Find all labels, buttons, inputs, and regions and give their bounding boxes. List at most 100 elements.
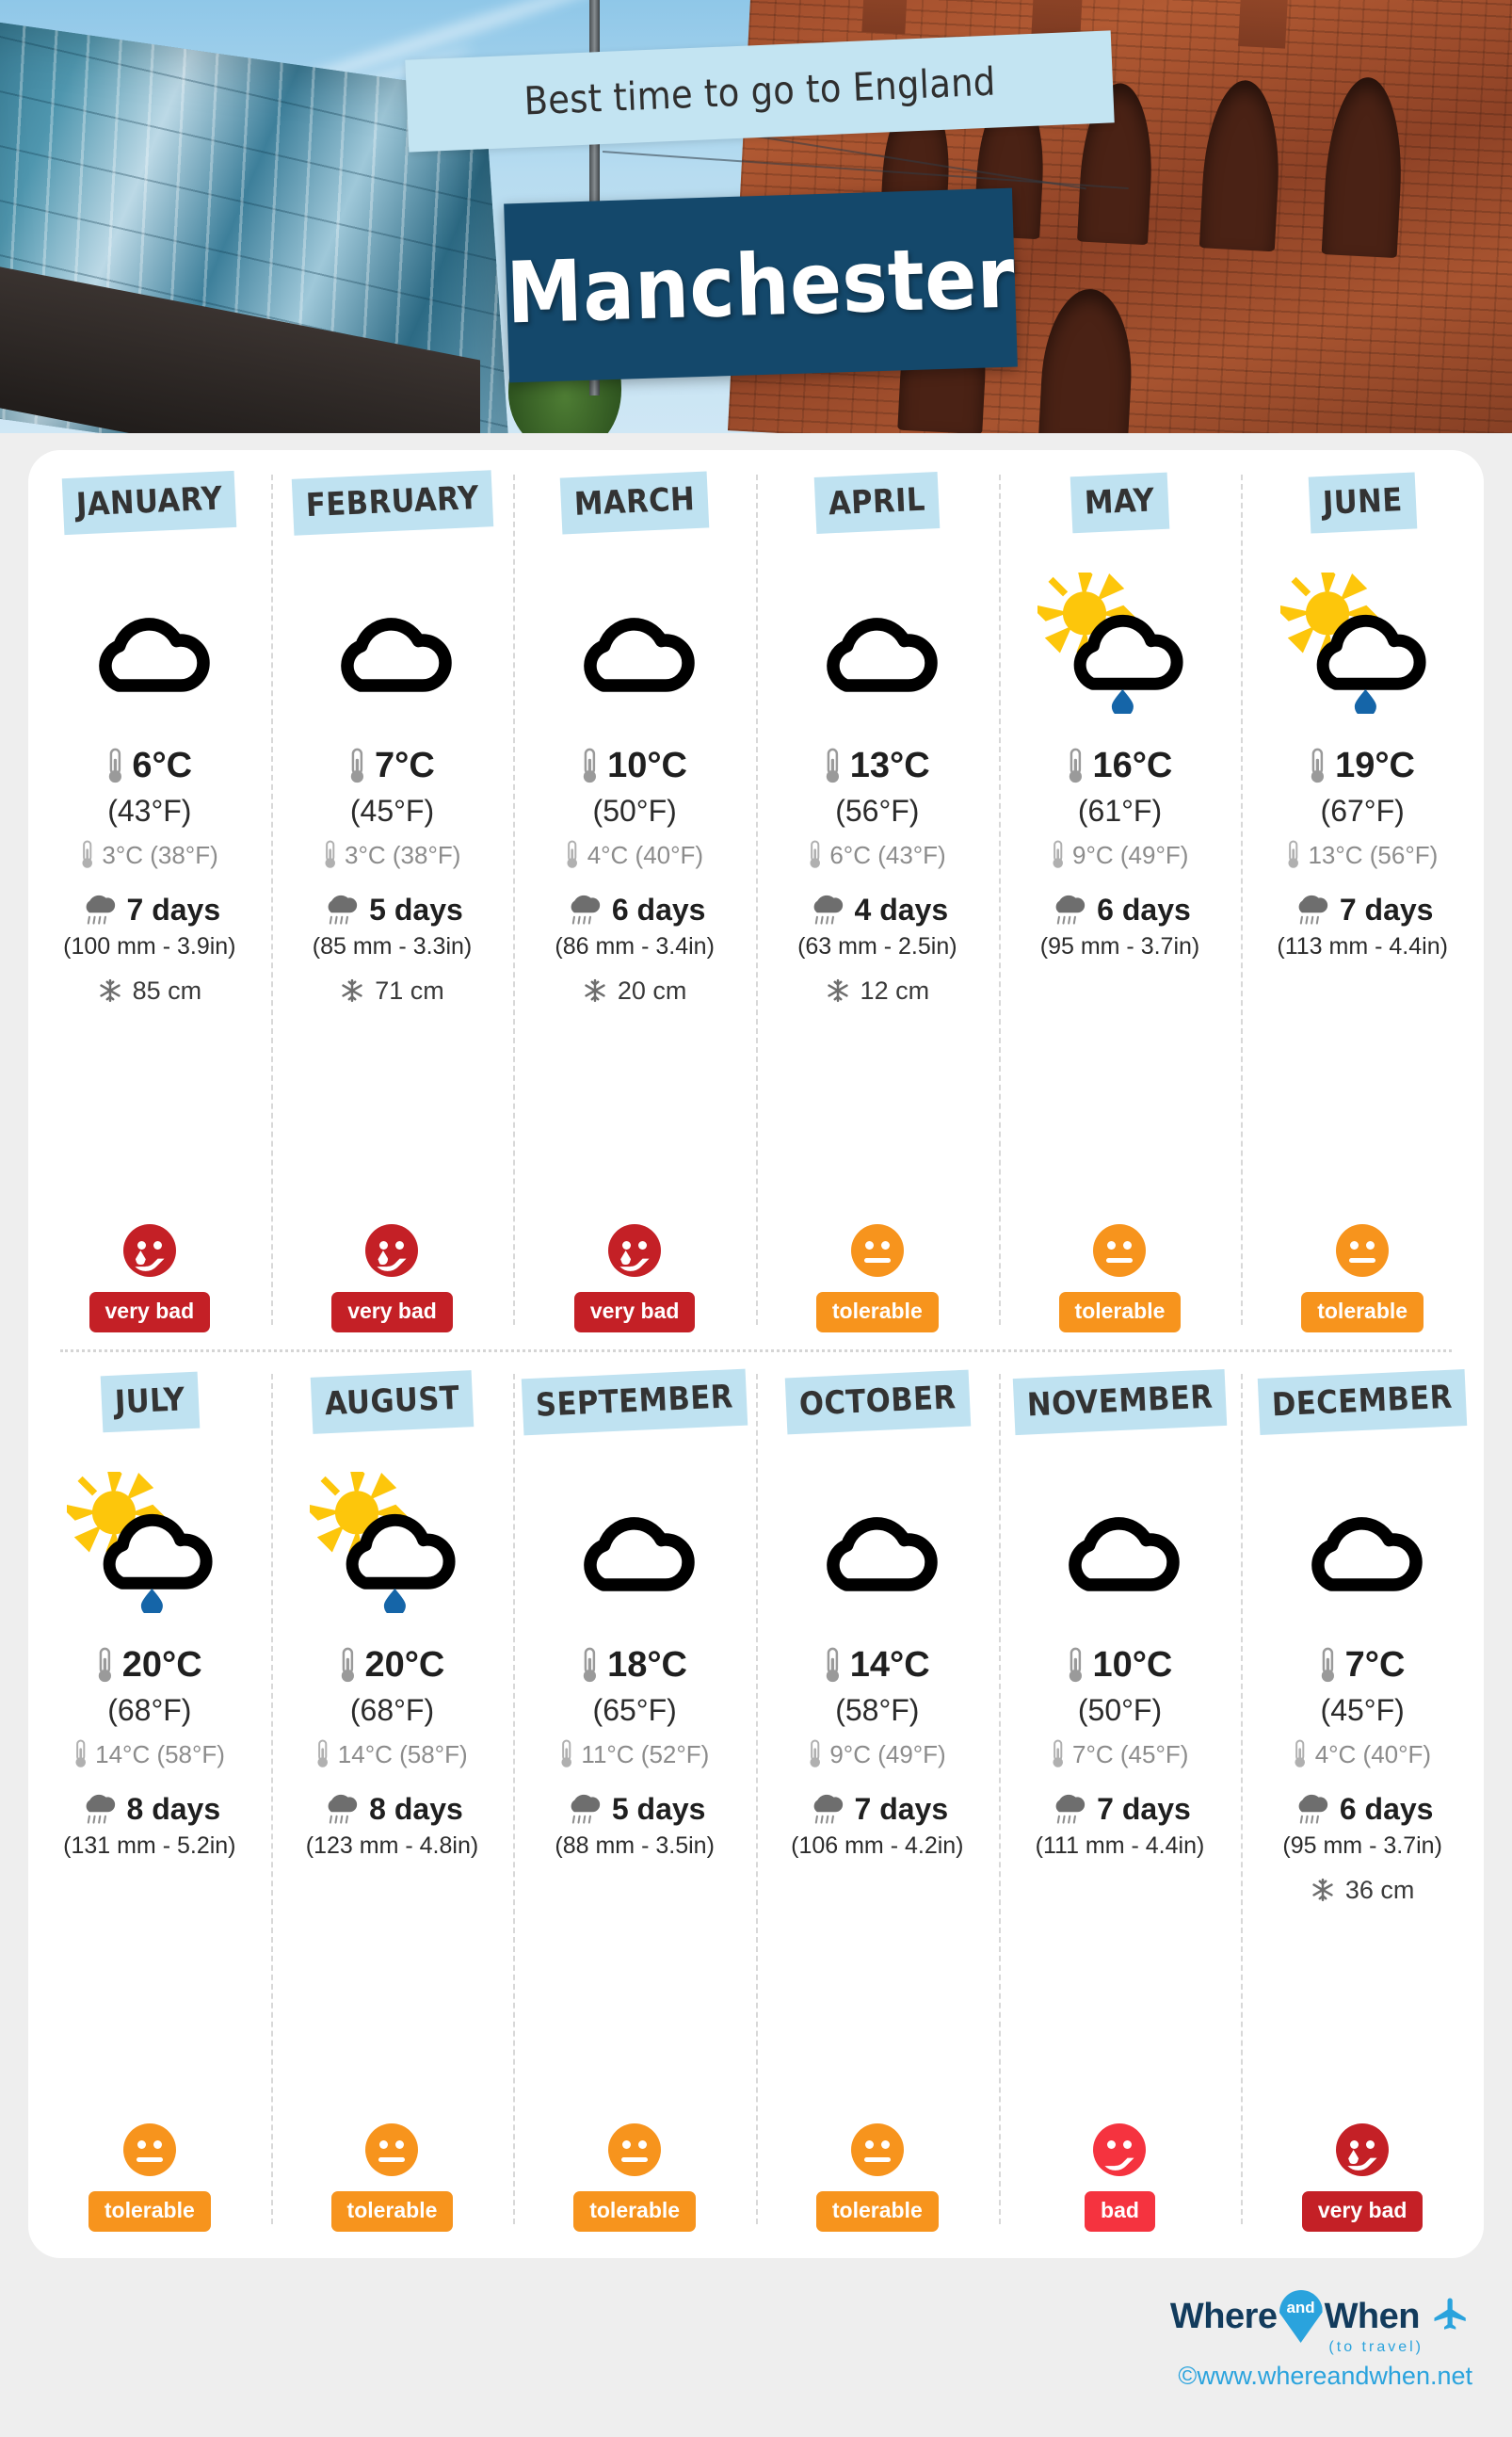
month-name-label: NOVEMBER <box>1012 1368 1228 1436</box>
thermometer-icon <box>317 1739 329 1767</box>
rain-amount-value: (95 mm - 3.7in) <box>1282 1832 1442 1859</box>
snowflake-icon <box>827 978 848 1003</box>
rain-days-value: 7 days <box>854 1792 949 1826</box>
face-mouth <box>136 2157 163 2162</box>
rain-days-row: 6 days <box>1292 1792 1434 1827</box>
rating-face-crying-icon <box>1336 2123 1390 2177</box>
face-mouth <box>863 1258 891 1263</box>
rain-days-row: 5 days <box>321 893 463 928</box>
temp-high-fahrenheit: (56°F) <box>835 794 920 828</box>
month-cell-january[interactable]: JANUARY 6°C (43°F) 3°C (38°F) 7 days (10… <box>28 450 271 1349</box>
temp-low-row: 14°C (58°F) <box>316 1739 468 1769</box>
snowflake-icon <box>342 978 362 1003</box>
site-logo[interactable]: Where and When (to travel) ©www.whereand… <box>1170 2290 1472 2391</box>
month-cell-august[interactable]: AUGUST 20°C (68°F) 14°C (58°F) 8 days (1… <box>270 1349 514 2249</box>
temp-high-celsius: 16°C <box>1092 746 1173 785</box>
temp-high-celsius: 7°C <box>375 746 435 785</box>
face-eye <box>153 2140 162 2149</box>
thermometer-icon <box>1311 748 1325 783</box>
temp-low-value: 7°C (45°F) <box>1072 1739 1189 1768</box>
month-cell-december[interactable]: DECEMBER 7°C (45°F) 4°C (40°F) 6 days (9… <box>1241 1349 1484 2249</box>
logo-wordmark: Where and When <box>1170 2290 1472 2343</box>
month-cell-september[interactable]: SEPTEMBER 18°C (65°F) 11°C (52°F) 5 days… <box>513 1349 756 2249</box>
months-card: JANUARY 6°C (43°F) 3°C (38°F) 7 days (10… <box>28 450 1484 2258</box>
face-tear <box>378 1251 389 1265</box>
temp-low-row: 3°C (38°F) <box>81 840 218 870</box>
sun-cloud-rain-icon <box>309 1472 456 1613</box>
temp-high-fahrenheit: (50°F) <box>592 794 677 828</box>
month-cell-july[interactable]: JULY 20°C (68°F) 14°C (58°F) 8 days (131… <box>28 1349 271 2249</box>
weather-icon-cloud <box>1292 1472 1433 1613</box>
temp-high-fahrenheit: (68°F) <box>349 1693 435 1727</box>
month-cell-november[interactable]: NOVEMBER 10°C (50°F) 7°C (45°F) 7 days (… <box>998 1349 1242 2249</box>
hero-city-title: Manchester <box>505 228 1017 343</box>
rain-days-row: 7 days <box>1049 1792 1191 1827</box>
face-eye <box>1350 1241 1359 1250</box>
rain-days-row: 6 days <box>1049 893 1191 928</box>
rain-days-value: 7 days <box>1339 893 1434 927</box>
rain-days-row: 6 days <box>564 893 705 928</box>
rain-days-row: 5 days <box>564 1792 706 1827</box>
cloud-icon <box>341 618 453 692</box>
face-eye <box>395 2140 405 2149</box>
weather-icon-sun-cloud-rain <box>67 1472 232 1613</box>
weather-icon-sun-cloud-rain <box>309 1472 475 1613</box>
rain-days-value: 5 days <box>611 1792 706 1826</box>
rating-block: tolerable <box>330 2123 454 2232</box>
rain-days-value: 6 days <box>1339 1792 1434 1826</box>
rating-badge: very bad <box>88 1292 211 1332</box>
temp-high-row: 13°C <box>825 746 930 786</box>
month-cell-march[interactable]: MARCH 10°C (50°F) 4°C (40°F) 6 days (86 … <box>513 450 756 1349</box>
face-eye <box>379 2140 389 2149</box>
logo-tagline: (to travel) <box>1328 2339 1424 2355</box>
rating-face-neutral-icon <box>608 2123 662 2176</box>
thermometer-icon <box>98 1647 111 1682</box>
hero-subtitle: Best time to go to England <box>523 58 997 124</box>
rain-days-row: 8 days <box>79 1792 220 1827</box>
thermometer-icon <box>584 1647 597 1682</box>
face-mouth <box>863 2157 891 2162</box>
snowflake-icon <box>99 978 121 1003</box>
face-tear <box>620 1251 632 1265</box>
month-cell-october[interactable]: OCTOBER 14°C (58°F) 9°C (49°F) 7 days (1… <box>755 1349 999 2249</box>
temp-low-row: 9°C (49°F) <box>1052 840 1188 870</box>
snow-value: 20 cm <box>617 976 687 1005</box>
rating-block: bad <box>1085 2123 1155 2232</box>
logo-and-text: and <box>1286 2299 1315 2316</box>
rain-cloud-icon <box>328 1794 358 1824</box>
temp-low-value: 11°C (52°F) <box>581 1739 710 1768</box>
raindrop-icon <box>141 1589 164 1613</box>
temp-low-value: 3°C (38°F) <box>102 840 218 869</box>
rain-days-value: 7 days <box>1097 1792 1191 1826</box>
temp-low-value: 9°C (49°F) <box>829 1739 946 1768</box>
hero-banner: Best time to go to England Manchester <box>0 0 1512 433</box>
rain-amount-value: (85 mm - 3.3in) <box>312 933 473 960</box>
face-mouth <box>1106 1258 1134 1263</box>
face-eye <box>1123 1241 1133 1250</box>
temp-high-fahrenheit: (43°F) <box>107 794 192 828</box>
temp-high-fahrenheit: (45°F) <box>1320 1693 1405 1727</box>
month-cell-april[interactable]: APRIL 13°C (56°F) 6°C (43°F) 4 days (63 … <box>755 450 999 1349</box>
face-eye <box>1107 1241 1117 1250</box>
hero-city-band: Manchester <box>504 187 1018 383</box>
weather-icon-cloud <box>564 573 705 714</box>
snow-value: 85 cm <box>132 976 202 1005</box>
temp-low-value: 14°C (58°F) <box>337 1739 468 1768</box>
weather-icon-cloud <box>321 573 462 714</box>
site-url[interactable]: ©www.whereandwhen.net <box>1178 2362 1472 2391</box>
face-eye <box>638 2140 648 2149</box>
rain-cloud-icon <box>328 895 358 925</box>
rating-face-neutral-icon <box>122 2123 176 2176</box>
snow-row: 71 cm <box>340 974 444 1008</box>
month-cell-may[interactable]: MAY 16°C (61°F) 9°C (49°F) 6 days (95 mm… <box>998 450 1242 1349</box>
month-cell-june[interactable]: JUNE 19°C (67°F) 13°C (56°F) 7 days (113… <box>1241 450 1484 1349</box>
temp-high-celsius: 6°C <box>132 746 193 785</box>
temp-low-row: 7°C (45°F) <box>1052 1739 1189 1769</box>
temp-high-fahrenheit: (67°F) <box>1320 794 1405 828</box>
month-name-label: AUGUST <box>310 1370 475 1434</box>
cloud-icon <box>346 1513 456 1590</box>
temp-high-celsius: 7°C <box>1344 1645 1406 1685</box>
snowflake-icon <box>585 978 605 1003</box>
month-cell-february[interactable]: FEBRUARY 7°C (45°F) 3°C (38°F) 5 days (8… <box>270 450 514 1349</box>
temp-low-value: 4°C (40°F) <box>1314 1739 1432 1768</box>
